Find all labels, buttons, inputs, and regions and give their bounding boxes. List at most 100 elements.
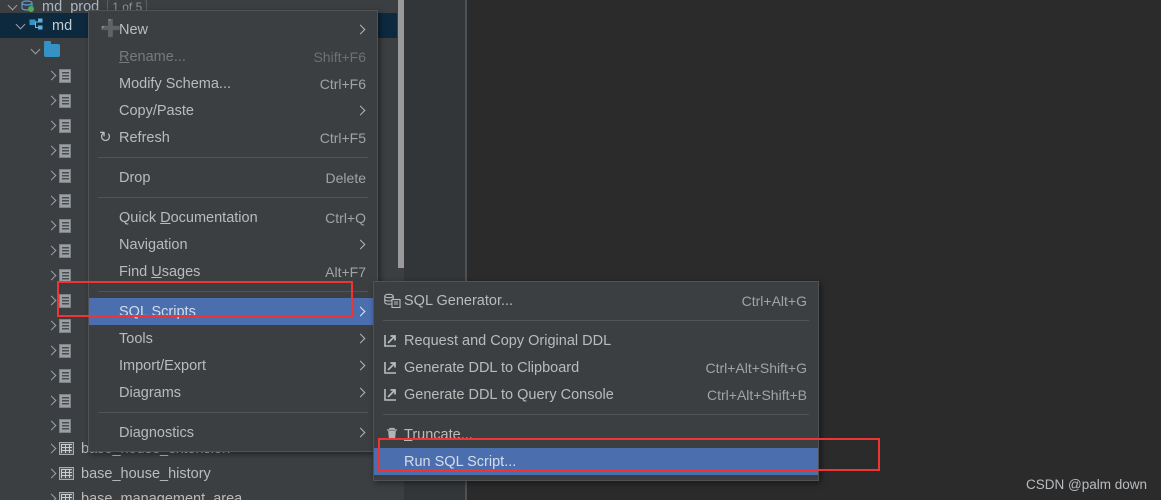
blank-icon — [97, 103, 119, 119]
menu-item-copy-paste[interactable]: Copy/Paste — [89, 97, 377, 124]
folder-icon — [44, 41, 60, 57]
view-icon — [59, 293, 71, 308]
blank-icon — [97, 358, 119, 374]
chevron-right-icon[interactable] — [44, 293, 59, 308]
menu-item-diagnostics[interactable]: Diagnostics — [89, 419, 377, 446]
chevron-right-icon[interactable] — [44, 393, 59, 408]
tree-row-label: md — [52, 17, 73, 34]
menu-item-quick-documentation[interactable]: Quick Documentation Ctrl+Q — [89, 204, 377, 231]
menu-item-import-export[interactable]: Import/Export — [89, 352, 377, 379]
chevron-down-icon[interactable] — [14, 18, 29, 33]
submenu-item-request-copy-original-ddl[interactable]: Request and Copy Original DDL — [374, 327, 818, 354]
menu-item-drop[interactable]: Drop Delete — [89, 164, 377, 191]
trash-icon-svg — [387, 427, 397, 440]
blank-icon — [97, 385, 119, 401]
tree-scrollbar-thumb[interactable] — [398, 0, 404, 268]
blank-icon — [97, 49, 119, 65]
menu-item-label: Diagrams — [119, 384, 182, 401]
submenu-item-shortcut: Ctrl+Alt+G — [741, 292, 807, 309]
menu-item-find-usages[interactable]: Find Usages Alt+F7 — [89, 258, 377, 285]
export-arrow-icon — [382, 360, 404, 376]
blank-icon — [97, 425, 119, 441]
view-icon — [59, 193, 71, 208]
menu-separator — [98, 412, 368, 413]
tree-row-label: base_house_history — [81, 465, 211, 482]
menu-item-sql-scripts[interactable]: SQL Scripts — [89, 298, 377, 325]
menu-separator — [98, 291, 368, 292]
menu-item-label: Drop — [119, 169, 151, 186]
tree-row-base-house-history[interactable]: base_house_history — [0, 461, 398, 486]
submenu-item-truncate[interactable]: Truncate... — [374, 421, 818, 448]
chevron-right-icon — [356, 305, 366, 319]
chevron-right-icon[interactable] — [44, 93, 59, 108]
chevron-right-icon[interactable] — [44, 143, 59, 158]
menu-item-shortcut: Ctrl+F5 — [319, 129, 366, 146]
chevron-right-icon[interactable] — [44, 118, 59, 133]
export-arrow-icon-svg — [384, 334, 396, 347]
chevron-right-icon[interactable] — [44, 168, 59, 183]
menu-item-refresh[interactable]: ↻ Refresh Ctrl+F5 — [89, 124, 377, 151]
submenu-item-run-sql-script[interactable]: Run SQL Script... — [374, 448, 818, 475]
database-icon — [21, 0, 35, 13]
chevron-right-icon — [356, 386, 366, 400]
chevron-right-icon[interactable] — [44, 68, 59, 83]
database-icon-svg — [21, 0, 34, 12]
menu-item-label: Find Usages — [119, 263, 201, 280]
submenu-item-label: Request and Copy Original DDL — [404, 332, 612, 349]
menu-item-new[interactable]: ➕ New — [89, 16, 377, 43]
chevron-right-icon[interactable] — [44, 491, 59, 500]
menu-item-navigation[interactable]: Navigation — [89, 231, 377, 258]
submenu-item-label: Truncate... — [404, 426, 473, 443]
menu-item-label: New — [119, 21, 149, 38]
submenu-item-generate-ddl-to-clipboard[interactable]: Generate DDL to Clipboard Ctrl+Alt+Shift… — [374, 354, 818, 381]
blank-icon — [97, 331, 119, 347]
menu-item-modify-schema[interactable]: Modify Schema... Ctrl+F6 — [89, 70, 377, 97]
chevron-right-icon[interactable] — [44, 268, 59, 283]
menu-item-shortcut: Ctrl+F6 — [319, 75, 366, 92]
menu-item-label: Diagnostics — [119, 424, 194, 441]
sql-generator-icon — [382, 293, 404, 309]
chevron-right-icon[interactable] — [44, 243, 59, 258]
export-arrow-icon — [382, 333, 404, 349]
chevron-right-icon — [356, 359, 366, 373]
menu-item-shortcut: Delete — [325, 169, 366, 186]
table-icon — [59, 492, 74, 500]
chevron-right-icon — [356, 426, 366, 440]
chevron-right-icon[interactable] — [44, 441, 59, 456]
view-icon — [59, 168, 71, 183]
export-arrow-icon — [382, 387, 404, 403]
view-icon — [59, 93, 71, 108]
chevron-right-icon[interactable] — [44, 343, 59, 358]
view-icon — [59, 218, 71, 233]
menu-item-shortcut: Ctrl+Q — [325, 209, 366, 226]
chevron-right-icon[interactable] — [44, 193, 59, 208]
menu-item-label: Tools — [119, 330, 153, 347]
submenu-item-sql-generator[interactable]: SQL Generator... Ctrl+Alt+G — [374, 287, 818, 314]
tree-row-base-management-area[interactable]: base_management_area — [0, 486, 398, 500]
chevron-right-icon[interactable] — [44, 218, 59, 233]
submenu-item-label: Generate DDL to Clipboard — [404, 359, 580, 376]
chevron-right-icon[interactable] — [44, 466, 59, 481]
menu-item-label: Refresh — [119, 129, 170, 146]
menu-item-label: Import/Export — [119, 357, 207, 374]
menu-item-tools[interactable]: Tools — [89, 325, 377, 352]
menu-item-label: SQL Scripts — [119, 303, 196, 320]
chevron-right-icon[interactable] — [44, 318, 59, 333]
submenu-item-label: SQL Generator... — [404, 292, 514, 309]
menu-separator — [383, 414, 809, 415]
view-icon — [59, 318, 71, 333]
menu-item-diagrams[interactable]: Diagrams — [89, 379, 377, 406]
chevron-down-icon[interactable] — [6, 0, 21, 14]
chevron-right-icon — [356, 23, 366, 37]
submenu-item-generate-ddl-to-query-console[interactable]: Generate DDL to Query Console Ctrl+Alt+S… — [374, 381, 818, 408]
menu-separator — [98, 157, 368, 158]
menu-item-shortcut: Alt+F7 — [325, 263, 366, 280]
chevron-right-icon[interactable] — [44, 368, 59, 383]
table-icon — [59, 467, 74, 480]
chevron-right-icon[interactable] — [44, 418, 59, 433]
submenu-item-shortcut: Ctrl+Alt+Shift+G — [705, 359, 807, 376]
chevron-down-icon[interactable] — [29, 43, 44, 58]
view-icon — [59, 368, 71, 383]
plus-icon: ➕ — [100, 18, 122, 38]
refresh-icon: ↻ — [99, 128, 112, 146]
